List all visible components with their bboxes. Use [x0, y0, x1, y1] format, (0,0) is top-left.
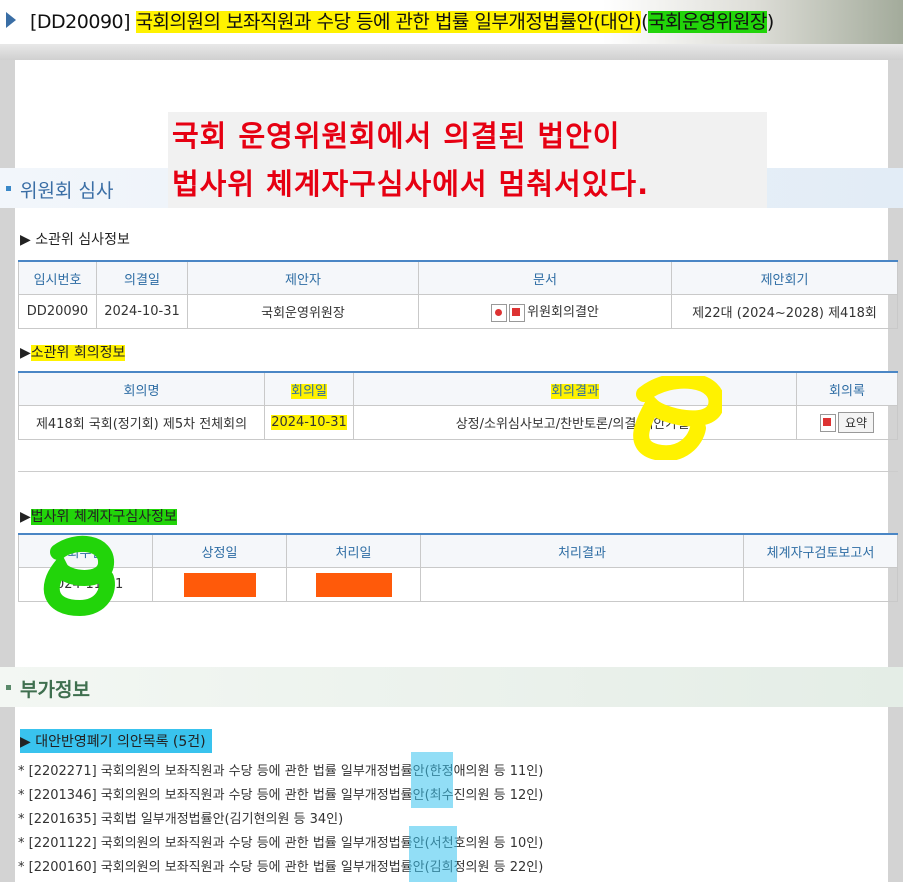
- minutes-cell: 요약: [796, 405, 898, 440]
- bill-number: [DD20090]: [30, 11, 131, 33]
- bullet-icon: [6, 685, 11, 690]
- submission-date-cell: [152, 567, 287, 602]
- annotation-line-1: 국회 운영위원회에서 의결된 법안이: [172, 119, 621, 153]
- document-cell: 위원회의결안: [418, 294, 672, 329]
- redaction-block: [183, 572, 256, 597]
- table-row: 2024-11-01: [18, 567, 898, 602]
- yellow-scribble-mark: [633, 376, 722, 460]
- section-title: 위원회 심사: [20, 180, 114, 202]
- review-report-cell: [743, 567, 898, 602]
- temp-no-cell: DD20090: [18, 294, 97, 329]
- blue-highlight-mark: [409, 826, 457, 882]
- meeting-info-label: ▶소관위 회의정보: [20, 345, 126, 361]
- bill-title: [DD20090] 국회의원의 보좌직원과 수당 등에 관한 법률 일부개정법률…: [30, 11, 774, 33]
- meeting-date-cell: 2024-10-31: [264, 405, 354, 440]
- list-item[interactable]: * [2201635] 국회법 일부개정법률안(김기현의원 등 34인): [18, 808, 343, 827]
- session-cell: 제22대 (2024~2028) 제418회: [671, 294, 898, 329]
- meeting-name-cell: 제418회 국회(정기회) 제5차 전체회의: [18, 405, 265, 440]
- bill-name: 국회의원의 보좌직원과 수당 등에 관한 법률 일부개정법률안(대안): [135, 11, 642, 33]
- table-header-row: 회부일 상정일 처리일 처리결과 체계자구검토보고서: [18, 533, 898, 568]
- processing-date-cell: [286, 567, 421, 602]
- table-row: 제418회 국회(정기회) 제5차 전체회의 2024-10-31 상정/소위심…: [18, 405, 898, 440]
- annotation-overlay: 국회 운영위원회에서 의결된 법안이 법사위 체계자구심사에서 멈춰서있다.: [168, 112, 767, 208]
- column-header: 의결일: [96, 260, 188, 295]
- pdf-file-icon[interactable]: [509, 303, 526, 322]
- page-header: [DD20090] 국회의원의 보좌직원과 수당 등에 관한 법률 일부개정법률…: [0, 0, 903, 44]
- list-item[interactable]: * [2202271] 국회의원의 보좌직원과 수당 등에 관한 법률 일부개정…: [18, 760, 543, 779]
- hwp-file-icon[interactable]: [491, 303, 508, 322]
- column-header: 제안자: [187, 260, 419, 295]
- bill-proposer: 국회운영위원장: [648, 11, 767, 33]
- proposer-cell: 국회운영위원장: [187, 294, 419, 329]
- column-header: 처리일: [286, 533, 421, 568]
- column-header: 문서: [418, 260, 672, 295]
- alternative-bill-list-label: ▶ 대안반영폐기 의안목록 (5건): [20, 729, 212, 753]
- list-item[interactable]: * [2201122] 국회의원의 보좌직원과 수당 등에 관한 법률 일부개정…: [18, 832, 543, 851]
- legislation-review-table: 회부일 상정일 처리일 처리결과 체계자구검토보고서 2024-11-01: [18, 533, 898, 602]
- table-header-row: 임시번호 의결일 제안자 문서 제안회기: [18, 260, 898, 295]
- review-info-table: 임시번호 의결일 제안자 문서 제안회기 DD20090 2024-10-31 …: [18, 260, 898, 329]
- decision-date-cell: 2024-10-31: [96, 294, 188, 329]
- table-header-row: 회의명 회의일 회의결과 회의록: [18, 371, 898, 406]
- redaction-block: [315, 572, 392, 597]
- table-row: DD20090 2024-10-31 국회운영위원장 위원회의결안 제22대 (…: [18, 294, 898, 329]
- bullet-icon: [6, 186, 11, 191]
- green-scribble-mark: [43, 536, 115, 617]
- column-header: 임시번호: [18, 260, 97, 295]
- chevron-right-icon: [6, 12, 16, 28]
- section-title: 부가정보: [20, 679, 90, 701]
- legislation-review-label: ▶법사위 체계자구심사정보: [20, 509, 177, 525]
- column-header: 회의명: [18, 371, 265, 406]
- meeting-info-table: 회의명 회의일 회의결과 회의록 제418회 국회(정기회) 제5차 전체회의 …: [18, 371, 898, 440]
- document-link[interactable]: 위원회의결안: [527, 305, 599, 320]
- list-item[interactable]: * [2200160] 국회의원의 보좌직원과 수당 등에 관한 법률 일부개정…: [18, 856, 543, 875]
- column-header: 제안회기: [671, 260, 898, 295]
- column-header: 처리결과: [420, 533, 744, 568]
- section-divider: [18, 471, 898, 472]
- review-info-label: ▶ 소관위 심사정보: [20, 232, 130, 248]
- column-header: 상정일: [152, 533, 287, 568]
- summary-button[interactable]: 요약: [837, 412, 875, 433]
- pdf-file-icon[interactable]: [819, 413, 836, 432]
- column-header: 회의결과: [353, 371, 797, 406]
- column-header: 체계자구검토보고서: [743, 533, 898, 568]
- blue-highlight-mark: [411, 752, 453, 808]
- section-additional-info: 부가정보: [0, 667, 903, 707]
- list-item[interactable]: * [2201346] 국회의원의 보좌직원과 수당 등에 관한 법률 일부개정…: [18, 784, 543, 803]
- header-bar: [0, 44, 903, 60]
- annotation-line-2: 법사위 체계자구심사에서 멈춰서있다.: [172, 167, 650, 201]
- column-header: 회의록: [796, 371, 898, 406]
- meeting-result-cell: 상정/소위심사보고/찬반토론/의결(대안가결): [353, 405, 797, 440]
- column-header: 회의일: [264, 371, 354, 406]
- processing-result-cell: [420, 567, 744, 602]
